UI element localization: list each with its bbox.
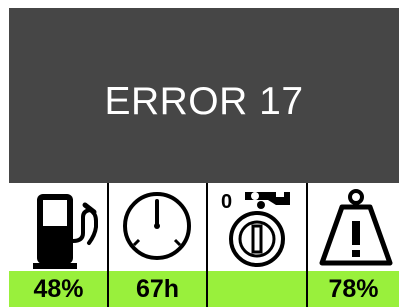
error-panel: ERROR 17: [9, 8, 399, 183]
engine-hours-indicator: 67h: [109, 183, 206, 307]
error-message: ERROR 17: [104, 79, 304, 123]
fuel-indicator: 48%: [9, 183, 108, 307]
speedometer-icon: [109, 183, 206, 271]
warning-weight-icon: [308, 183, 399, 271]
svg-text:0: 0: [221, 191, 232, 213]
load-value: 78%: [308, 271, 399, 307]
ignition-indicator: 0: [208, 183, 307, 307]
ignition-key-icon: 0: [208, 183, 307, 271]
load-warning-indicator: 78%: [308, 183, 399, 307]
display-screen: ERROR 17 48% 67h 0 78%: [0, 0, 399, 307]
fuel-level-value: 48%: [9, 271, 108, 307]
ignition-value: [208, 271, 307, 307]
indicator-row: 48% 67h 0 78%: [9, 183, 399, 307]
engine-hours-value: 67h: [109, 271, 206, 307]
fuel-pump-icon: [9, 183, 108, 271]
